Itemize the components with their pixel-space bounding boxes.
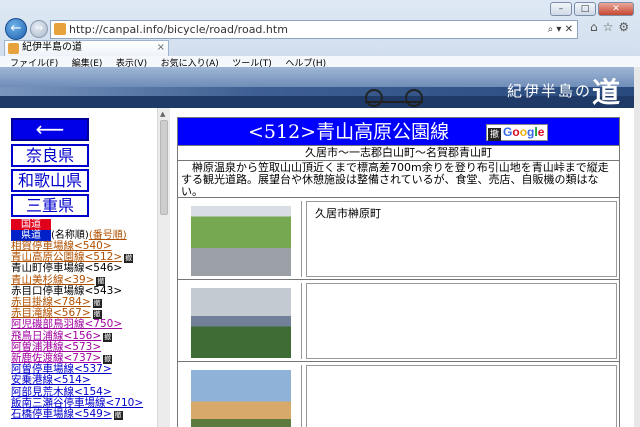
content-frame: <512>青山高原公園線 撤 Google 久居市～一志郡白山町～名賀郡青山町 榊… <box>170 108 634 427</box>
pref-nara-button[interactable]: 奈良県 <box>11 144 89 167</box>
search-refresh-icon[interactable]: ⌕ ▾ ✕ <box>548 21 573 38</box>
route-subtitle: 久居市～一志郡白山町～名賀郡青山町 <box>178 146 619 161</box>
road-photo[interactable] <box>191 288 291 358</box>
back-button[interactable]: ⟵ <box>11 118 89 141</box>
close-icon[interactable]: ✕ <box>598 2 634 16</box>
site-favicon-icon <box>54 23 66 35</box>
browser-chrome: – □ ✕ ← → http://canpal.info/bicycle/roa… <box>0 0 640 69</box>
back-arrow-icon[interactable]: ← <box>5 18 27 40</box>
maximize-icon[interactable]: □ <box>574 2 596 16</box>
photo-cell <box>181 365 302 427</box>
sidebar-scrollbar[interactable]: ▲ <box>157 108 170 427</box>
tab-favicon-icon <box>8 43 19 54</box>
home-icon[interactable]: ⌂ <box>590 20 598 34</box>
google-kanji-icon: 撤 <box>488 128 501 141</box>
tab-close-icon[interactable]: × <box>157 41 165 55</box>
sidebar-frame: ⟵ 奈良県 和歌山県 三重県 国道 県道 (名称順)(番号順) 相賀停車場線<54… <box>0 108 170 427</box>
google-map-link[interactable]: 撤 Google <box>486 124 549 141</box>
route-table: <512>青山高原公園線 撤 Google 久居市～一志郡白山町～名賀郡青山町 榊… <box>177 117 620 427</box>
map-badge-icon[interactable]: 撤 <box>103 332 113 342</box>
route-link[interactable]: 安乗港線<514> <box>11 374 91 386</box>
route-list: 相賀停車場線<540> 青山高原公園線<512> 撤青山町停車場線<546> 青山美杉… <box>11 240 157 421</box>
tab-title: 紀伊半島の道 <box>22 42 82 53</box>
route-title: <512>青山高原公園線 <box>248 121 450 143</box>
route-link[interactable]: 阿児磯部鳥羽線<750> <box>11 318 122 330</box>
photo-cell <box>181 201 302 277</box>
pref-wakayama-button[interactable]: 和歌山県 <box>11 169 89 192</box>
map-badge-icon[interactable]: 撤 <box>124 254 134 264</box>
favorites-star-icon[interactable]: ☆ <box>603 20 614 34</box>
minimize-icon[interactable]: – <box>550 2 572 16</box>
route-link: 青山町停車場線<546> <box>11 262 123 275</box>
route-list-item: 石橋停車場線<549> 撤 <box>11 408 157 421</box>
route-link[interactable]: 飛鳥日浦線<156> <box>11 330 101 342</box>
route-link[interactable]: 青山美杉線<39> <box>11 274 94 286</box>
toolbar-icons: ⌂ ☆ ⚙ <box>590 20 629 34</box>
pref-mie-button[interactable]: 三重県 <box>11 194 89 217</box>
menu-bar: ファイル(F) 編集(E) 表示(V) お気に入り(A) ツール(T) ヘルプ(… <box>0 56 640 69</box>
banner-title-big: 道 <box>591 76 622 108</box>
map-badge-icon[interactable]: 撤 <box>113 411 123 421</box>
banner-title: 紀伊半島の道 <box>507 71 622 108</box>
address-bar[interactable]: http://canpal.info/bicycle/road/road.htm… <box>50 20 578 39</box>
photo-row: 久居市榊原町 <box>178 198 619 280</box>
route-description: 榊原温泉から笠取山山頂近くまで標高差700m余りを登り布引山地を青山峠まで縦走す… <box>178 161 619 198</box>
address-text: http://canpal.info/bicycle/road/road.htm <box>69 23 288 36</box>
photo-caption: 久居市榊原町 <box>306 201 617 277</box>
route-link: 赤目口停車場線<543> <box>11 284 123 297</box>
window-controls: – □ ✕ <box>550 2 634 16</box>
legend-kokudo[interactable]: 国道 <box>11 219 51 230</box>
page-scrollbar[interactable] <box>634 67 640 427</box>
bicycle-icon <box>365 85 423 107</box>
scroll-thumb[interactable] <box>160 120 168 215</box>
browser-tab[interactable]: 紀伊半島の道 × <box>4 40 169 56</box>
google-label: Google <box>503 125 545 139</box>
photo-cell <box>181 283 302 359</box>
route-link[interactable]: 石橋停車場線<549> <box>11 408 112 420</box>
photo-caption <box>306 283 617 359</box>
route-legend: 国道 県道 (名称順)(番号順) <box>11 219 127 241</box>
route-title-bar: <512>青山高原公園線 撤 Google <box>178 118 619 146</box>
settings-gear-icon[interactable]: ⚙ <box>618 20 629 34</box>
map-badge-icon[interactable]: 撤 <box>92 299 102 309</box>
road-photo[interactable] <box>191 206 291 276</box>
scroll-up-icon[interactable]: ▲ <box>160 110 165 118</box>
route-link[interactable]: 阿部見荒木線<154> <box>11 386 112 398</box>
road-photo[interactable] <box>191 370 291 427</box>
forward-arrow-icon[interactable]: → <box>30 20 48 38</box>
photo-row <box>178 362 619 427</box>
site-banner: 紀伊半島の道 <box>0 67 634 108</box>
photo-caption <box>306 365 617 427</box>
photo-row <box>178 280 619 362</box>
banner-title-small: 紀伊半島の <box>506 82 592 100</box>
